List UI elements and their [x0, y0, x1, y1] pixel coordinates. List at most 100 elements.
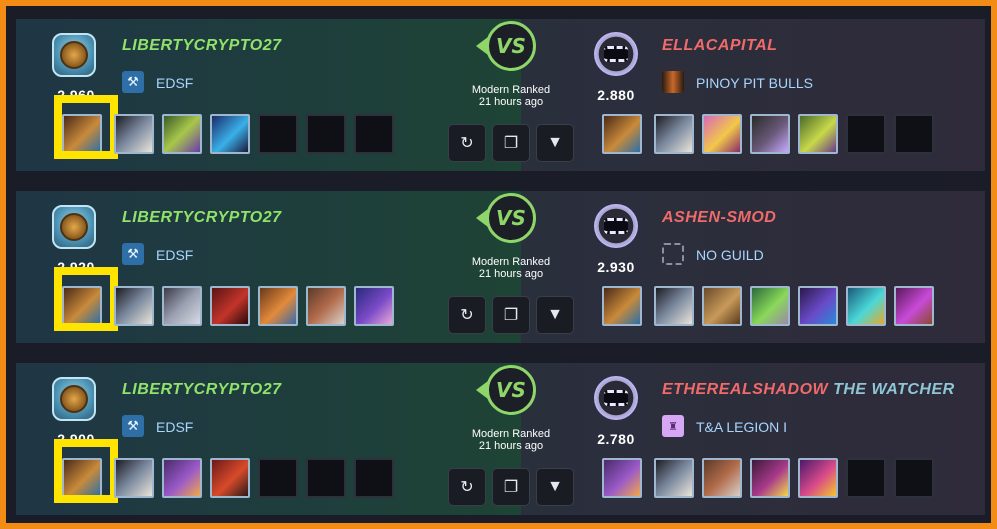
monster-card[interactable] — [210, 114, 250, 154]
opponent-monster-card[interactable] — [654, 286, 694, 326]
no-guild-icon — [662, 243, 684, 265]
opponent-name-line[interactable]: ETHEREALSHADOW THE WATCHER — [662, 381, 955, 399]
opponent-monster-card[interactable] — [750, 458, 790, 498]
guild-axe-icon: ⚒ — [122, 243, 144, 265]
chevron-down-icon: ▼ — [547, 478, 563, 495]
match-time: 21 hours ago — [478, 96, 544, 108]
vs-badge: VS — [486, 193, 536, 243]
opponent-monster-card[interactable] — [750, 114, 790, 154]
empty-card-slot — [306, 114, 346, 154]
player-name[interactable]: LIBERTYCRYPTO27 — [122, 37, 282, 55]
summoner-highlight — [54, 95, 118, 159]
empty-card-slot — [846, 114, 886, 154]
opponent-rating: 2.880 — [597, 87, 635, 103]
replay-button[interactable]: ↻ — [448, 468, 486, 506]
vs-badge: VS — [486, 21, 536, 71]
monster-card[interactable] — [162, 458, 202, 498]
opponent-monster-card[interactable] — [894, 286, 934, 326]
match-time: 21 hours ago — [478, 268, 544, 280]
player-guild[interactable]: EDSF — [156, 419, 193, 435]
opponent-monster-card[interactable] — [702, 458, 742, 498]
monster-card[interactable] — [114, 114, 154, 154]
opponent-guild[interactable]: PINOY PIT BULLS — [696, 75, 813, 91]
opponent-monster-card[interactable] — [702, 286, 742, 326]
guild-banner-icon — [662, 71, 684, 93]
opponent-monster-card[interactable] — [798, 114, 838, 154]
replay-icon: ↻ — [460, 307, 474, 324]
guild-legion-icon: ♜ — [662, 415, 684, 437]
opponent-summoner-card[interactable] — [602, 114, 642, 154]
empty-card-slot — [894, 458, 934, 498]
opponent-league-badge-icon — [594, 32, 638, 76]
monster-card[interactable] — [306, 286, 346, 326]
opponent-guild[interactable]: NO GUILD — [696, 247, 764, 263]
opponent-name[interactable]: ELLACAPITAL — [662, 37, 777, 55]
monster-card[interactable] — [114, 286, 154, 326]
battle-row[interactable]: LIBERTYCRYPTO27 ⚒ EDSF 2.960 VS Modern R… — [16, 19, 985, 171]
opponent-league-badge-icon — [594, 376, 638, 420]
empty-card-slot — [354, 458, 394, 498]
opponent-name[interactable]: ETHEREALSHADOW — [662, 381, 828, 398]
chevron-down-icon: ▼ — [547, 134, 563, 151]
player-name[interactable]: LIBERTYCRYPTO27 — [122, 381, 282, 399]
league-badge-icon — [52, 377, 96, 421]
expand-button[interactable]: ▼ — [536, 468, 574, 506]
monster-card[interactable] — [162, 114, 202, 154]
monster-card[interactable] — [114, 458, 154, 498]
expand-button[interactable]: ▼ — [536, 124, 574, 162]
opponent-monster-card[interactable] — [702, 114, 742, 154]
match-format: Modern Ranked — [471, 84, 551, 96]
opponent-name[interactable]: ASHEN-SMOD — [662, 209, 776, 227]
opponent-summoner-card[interactable] — [602, 458, 642, 498]
copy-icon: ❐ — [503, 135, 519, 152]
opponent-rating: 2.930 — [597, 259, 635, 275]
replay-button[interactable]: ↻ — [448, 124, 486, 162]
vs-badge: VS — [486, 365, 536, 415]
battle-row[interactable]: LIBERTYCRYPTO27 ⚒ EDSF 2.920 VS Modern R… — [16, 191, 985, 343]
opponent-guild[interactable]: T&A LEGION I — [696, 419, 787, 435]
opponent-title: THE WATCHER — [833, 381, 955, 398]
opponent-monster-card[interactable] — [846, 286, 886, 326]
league-badge-icon — [52, 33, 96, 77]
opponent-league-badge-icon — [594, 204, 638, 248]
player-name[interactable]: LIBERTYCRYPTO27 — [122, 209, 282, 227]
opponent-monster-card[interactable] — [798, 286, 838, 326]
opponent-summoner-card[interactable] — [602, 286, 642, 326]
empty-card-slot — [258, 114, 298, 154]
match-format: Modern Ranked — [471, 256, 551, 268]
match-format: Modern Ranked — [471, 428, 551, 440]
empty-card-slot — [354, 114, 394, 154]
guild-axe-icon: ⚒ — [122, 415, 144, 437]
empty-card-slot — [306, 458, 346, 498]
opponent-monster-card[interactable] — [654, 458, 694, 498]
monster-card[interactable] — [210, 286, 250, 326]
expand-button[interactable]: ▼ — [536, 296, 574, 334]
chevron-down-icon: ▼ — [547, 306, 563, 323]
player-guild[interactable]: EDSF — [156, 247, 193, 263]
opponent-monster-card[interactable] — [654, 114, 694, 154]
player-guild[interactable]: EDSF — [156, 75, 193, 91]
copy-button[interactable]: ❐ — [492, 468, 530, 506]
summoner-highlight — [54, 267, 118, 331]
opponent-monster-card[interactable] — [798, 458, 838, 498]
summoner-highlight — [54, 439, 118, 503]
empty-card-slot — [894, 114, 934, 154]
copy-icon: ❐ — [503, 479, 519, 496]
replay-button[interactable]: ↻ — [448, 296, 486, 334]
monster-card[interactable] — [258, 286, 298, 326]
guild-axe-icon: ⚒ — [122, 71, 144, 93]
match-time: 21 hours ago — [478, 440, 544, 452]
monster-card[interactable] — [210, 458, 250, 498]
copy-button[interactable]: ❐ — [492, 124, 530, 162]
monster-card[interactable] — [162, 286, 202, 326]
opponent-monster-card[interactable] — [750, 286, 790, 326]
monster-card[interactable] — [354, 286, 394, 326]
empty-card-slot — [258, 458, 298, 498]
replay-icon: ↻ — [460, 135, 474, 152]
replay-icon: ↻ — [460, 479, 474, 496]
copy-icon: ❐ — [503, 307, 519, 324]
copy-button[interactable]: ❐ — [492, 296, 530, 334]
battle-row[interactable]: LIBERTYCRYPTO27 ⚒ EDSF 2.900 VS Modern R… — [16, 363, 985, 515]
empty-card-slot — [846, 458, 886, 498]
league-badge-icon — [52, 205, 96, 249]
